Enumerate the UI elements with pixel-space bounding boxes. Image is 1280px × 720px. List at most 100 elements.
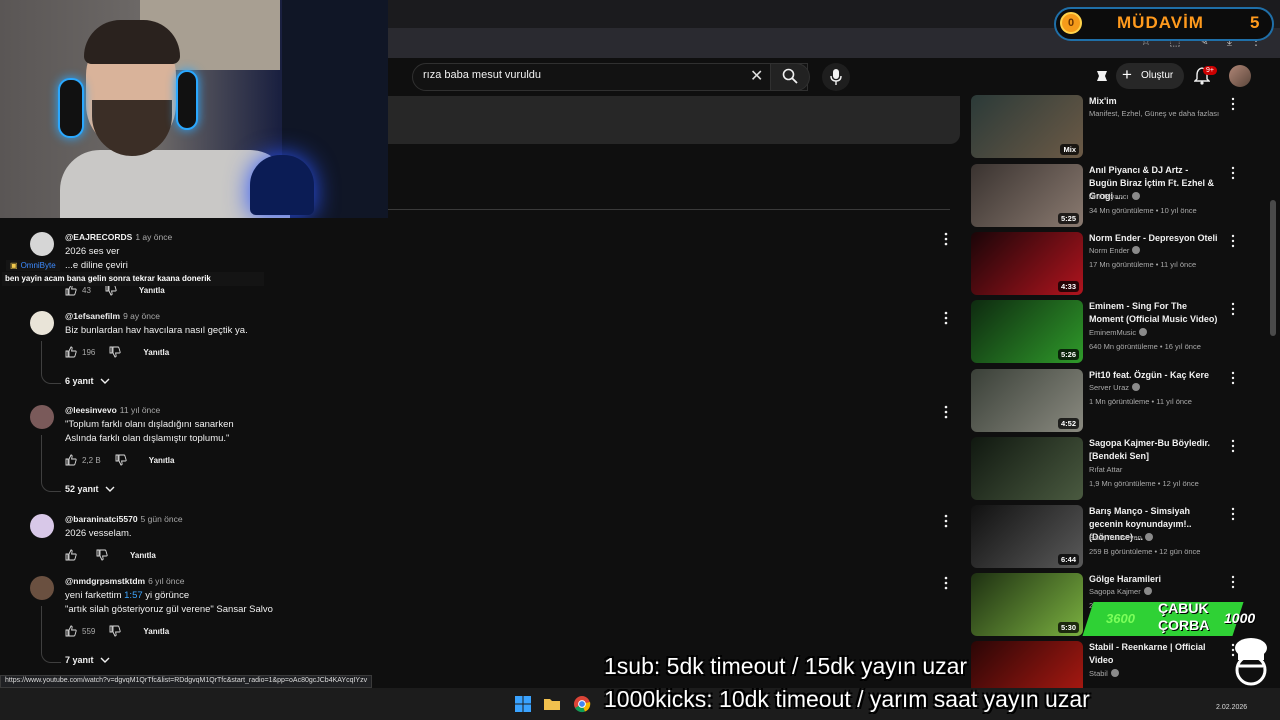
comment-time[interactable]: 6 yıl önce — [148, 576, 184, 586]
like-icon[interactable] — [65, 454, 77, 466]
show-replies-button[interactable]: 6 yanıt — [65, 376, 110, 386]
comment-author[interactable]: @baraninatci5570 5 gün önce — [65, 514, 183, 524]
file-explorer-icon[interactable] — [543, 695, 561, 713]
channel-name[interactable]: EminemMusic — [1089, 328, 1136, 337]
replies-count[interactable]: 7 yanıt — [65, 655, 94, 665]
video-title[interactable]: Mix'im — [1089, 95, 1219, 108]
comment-author[interactable]: @leesinvevo 11 yıl önce — [65, 405, 160, 415]
video-title[interactable]: Pit10 feat. Özgün - Kaç Kere — [1089, 369, 1219, 382]
replies-count[interactable]: 6 yanıt — [65, 376, 94, 386]
reply-button[interactable]: Yanıtla — [149, 456, 175, 465]
video-thumbnail[interactable]: 5:25 — [971, 164, 1083, 227]
channel-name[interactable]: Stabil — [1089, 669, 1108, 678]
reply-button[interactable]: Yanıtla — [139, 286, 165, 295]
video-channel[interactable]: Manifest, Ezhel, Güneş ve daha fazlası — [1089, 109, 1219, 118]
video-channel[interactable]: Server Uraz — [1089, 383, 1141, 392]
comment-author-name[interactable]: @baraninatci5570 — [65, 514, 138, 524]
comment-time[interactable]: 1 ay önce — [135, 232, 172, 242]
comment-author-name[interactable]: @1efsanefilm — [65, 311, 120, 321]
video-description-panel[interactable] — [388, 96, 960, 144]
replies-count[interactable]: 52 yanıt — [65, 484, 99, 494]
comment-time[interactable]: 9 ay önce — [123, 311, 160, 321]
comment-text: yeni farkettim 1:57 yi görünce "artık si… — [65, 589, 273, 617]
video-more-icon[interactable] — [1229, 234, 1237, 248]
dislike-icon[interactable] — [109, 625, 121, 637]
video-channel[interactable]: Barış Yurtseven — [1089, 533, 1153, 542]
video-more-icon[interactable] — [1229, 371, 1237, 385]
video-thumbnail[interactable]: 5:26 — [971, 300, 1083, 363]
video-thumbnail[interactable]: 5:30 — [971, 573, 1083, 636]
video-title[interactable]: Stabil - Reenkarne | Official Video — [1089, 641, 1219, 667]
video-thumbnail[interactable]: 4:52 — [971, 369, 1083, 432]
comment-author[interactable]: @1efsanefilm 9 ay önce — [65, 311, 160, 321]
clear-search-icon[interactable]: ✕ — [750, 66, 763, 86]
comment-avatar[interactable] — [30, 576, 54, 600]
windows-start-icon[interactable] — [514, 695, 532, 713]
video-more-icon[interactable] — [1229, 302, 1237, 316]
video-more-icon[interactable] — [1229, 575, 1237, 589]
comment-more-icon[interactable] — [941, 311, 951, 325]
video-more-icon[interactable] — [1229, 507, 1237, 521]
comment-avatar[interactable] — [30, 405, 54, 429]
comment-more-icon[interactable] — [941, 576, 951, 590]
channel-name[interactable]: Anıl Piyancı — [1089, 192, 1129, 201]
channel-name[interactable]: Manifest, Ezhel, Güneş ve daha fazlası — [1089, 109, 1219, 118]
video-title[interactable]: Gölge Haramileri — [1089, 573, 1219, 586]
channel-name[interactable]: Barış Yurtseven — [1089, 533, 1142, 542]
comment-author-name[interactable]: @nmdgrpsmstktdm — [65, 576, 145, 586]
comment-timestamp-link[interactable]: 1:57 — [124, 590, 143, 601]
microphone-icon[interactable] — [829, 68, 843, 86]
comment-avatar[interactable] — [30, 311, 54, 335]
channel-name[interactable]: Sagopa Kajmer — [1089, 587, 1141, 596]
account-avatar[interactable] — [1229, 65, 1251, 87]
comment-author[interactable]: @nmdgrpsmstktdm 6 yıl önce — [65, 576, 184, 586]
comment-more-icon[interactable] — [941, 405, 951, 419]
video-channel[interactable]: Sagopa Kajmer — [1089, 587, 1152, 596]
comment-author-name[interactable]: @leesinvevo — [65, 405, 117, 415]
reply-button[interactable]: Yanıtla — [130, 551, 156, 560]
video-channel[interactable]: Stabil — [1089, 669, 1119, 678]
chrome-icon[interactable] — [573, 695, 591, 713]
dislike-icon[interactable] — [109, 346, 121, 358]
comment-avatar[interactable] — [30, 232, 54, 256]
video-thumbnail[interactable] — [971, 437, 1083, 500]
show-replies-button[interactable]: 52 yanıt — [65, 484, 115, 494]
channel-name[interactable]: Server Uraz — [1089, 383, 1129, 392]
comment-actions: Yanıtla — [65, 549, 156, 561]
video-more-icon[interactable] — [1229, 439, 1237, 453]
comment-text-line: 2026 vesselam. — [65, 528, 132, 539]
page-scrollbar[interactable] — [1270, 200, 1276, 336]
video-thumbnail[interactable]: Mix — [971, 95, 1083, 158]
video-channel[interactable]: Rıfat Attar — [1089, 465, 1122, 474]
search-icon[interactable] — [782, 68, 798, 84]
video-title[interactable]: Eminem - Sing For The Moment (Official M… — [1089, 300, 1219, 326]
like-icon[interactable] — [65, 346, 77, 358]
reply-button[interactable]: Yanıtla — [143, 627, 169, 636]
video-channel[interactable]: Anıl Piyancı — [1089, 192, 1140, 201]
channel-name[interactable]: Rıfat Attar — [1089, 465, 1122, 474]
studio-icon[interactable] — [1094, 68, 1110, 84]
comment-author[interactable]: @EAJRECORDS 1 ay önce — [65, 232, 172, 242]
video-more-icon[interactable] — [1229, 97, 1237, 111]
comment-more-icon[interactable] — [941, 232, 951, 246]
show-replies-button[interactable]: 7 yanıt — [65, 655, 110, 665]
channel-name[interactable]: Norm Ender — [1089, 246, 1129, 255]
dislike-icon[interactable] — [115, 454, 127, 466]
comment-time[interactable]: 11 yıl önce — [120, 405, 160, 415]
video-channel[interactable]: Norm Ender — [1089, 246, 1141, 255]
comment-author-name[interactable]: @EAJRECORDS — [65, 232, 132, 242]
video-more-icon[interactable] — [1229, 166, 1237, 180]
search-query-text[interactable]: rıza baba mesut vuruldu — [423, 69, 541, 81]
video-title[interactable]: Sagopa Kajmer-Bu Böyledir. [Bendeki Sen] — [1089, 437, 1219, 463]
comment-avatar[interactable] — [30, 514, 54, 538]
comment-time[interactable]: 5 gün önce — [141, 514, 183, 524]
video-thumbnail[interactable]: 4:33 — [971, 232, 1083, 295]
video-title[interactable]: Norm Ender - Depresyon Oteli — [1089, 232, 1219, 245]
dislike-icon[interactable] — [96, 549, 108, 561]
video-thumbnail[interactable]: 6:44 — [971, 505, 1083, 568]
reply-button[interactable]: Yanıtla — [143, 348, 169, 357]
like-icon[interactable] — [65, 625, 77, 637]
comment-more-icon[interactable] — [941, 514, 951, 528]
like-icon[interactable] — [65, 549, 77, 561]
video-channel[interactable]: EminemMusic — [1089, 328, 1148, 337]
